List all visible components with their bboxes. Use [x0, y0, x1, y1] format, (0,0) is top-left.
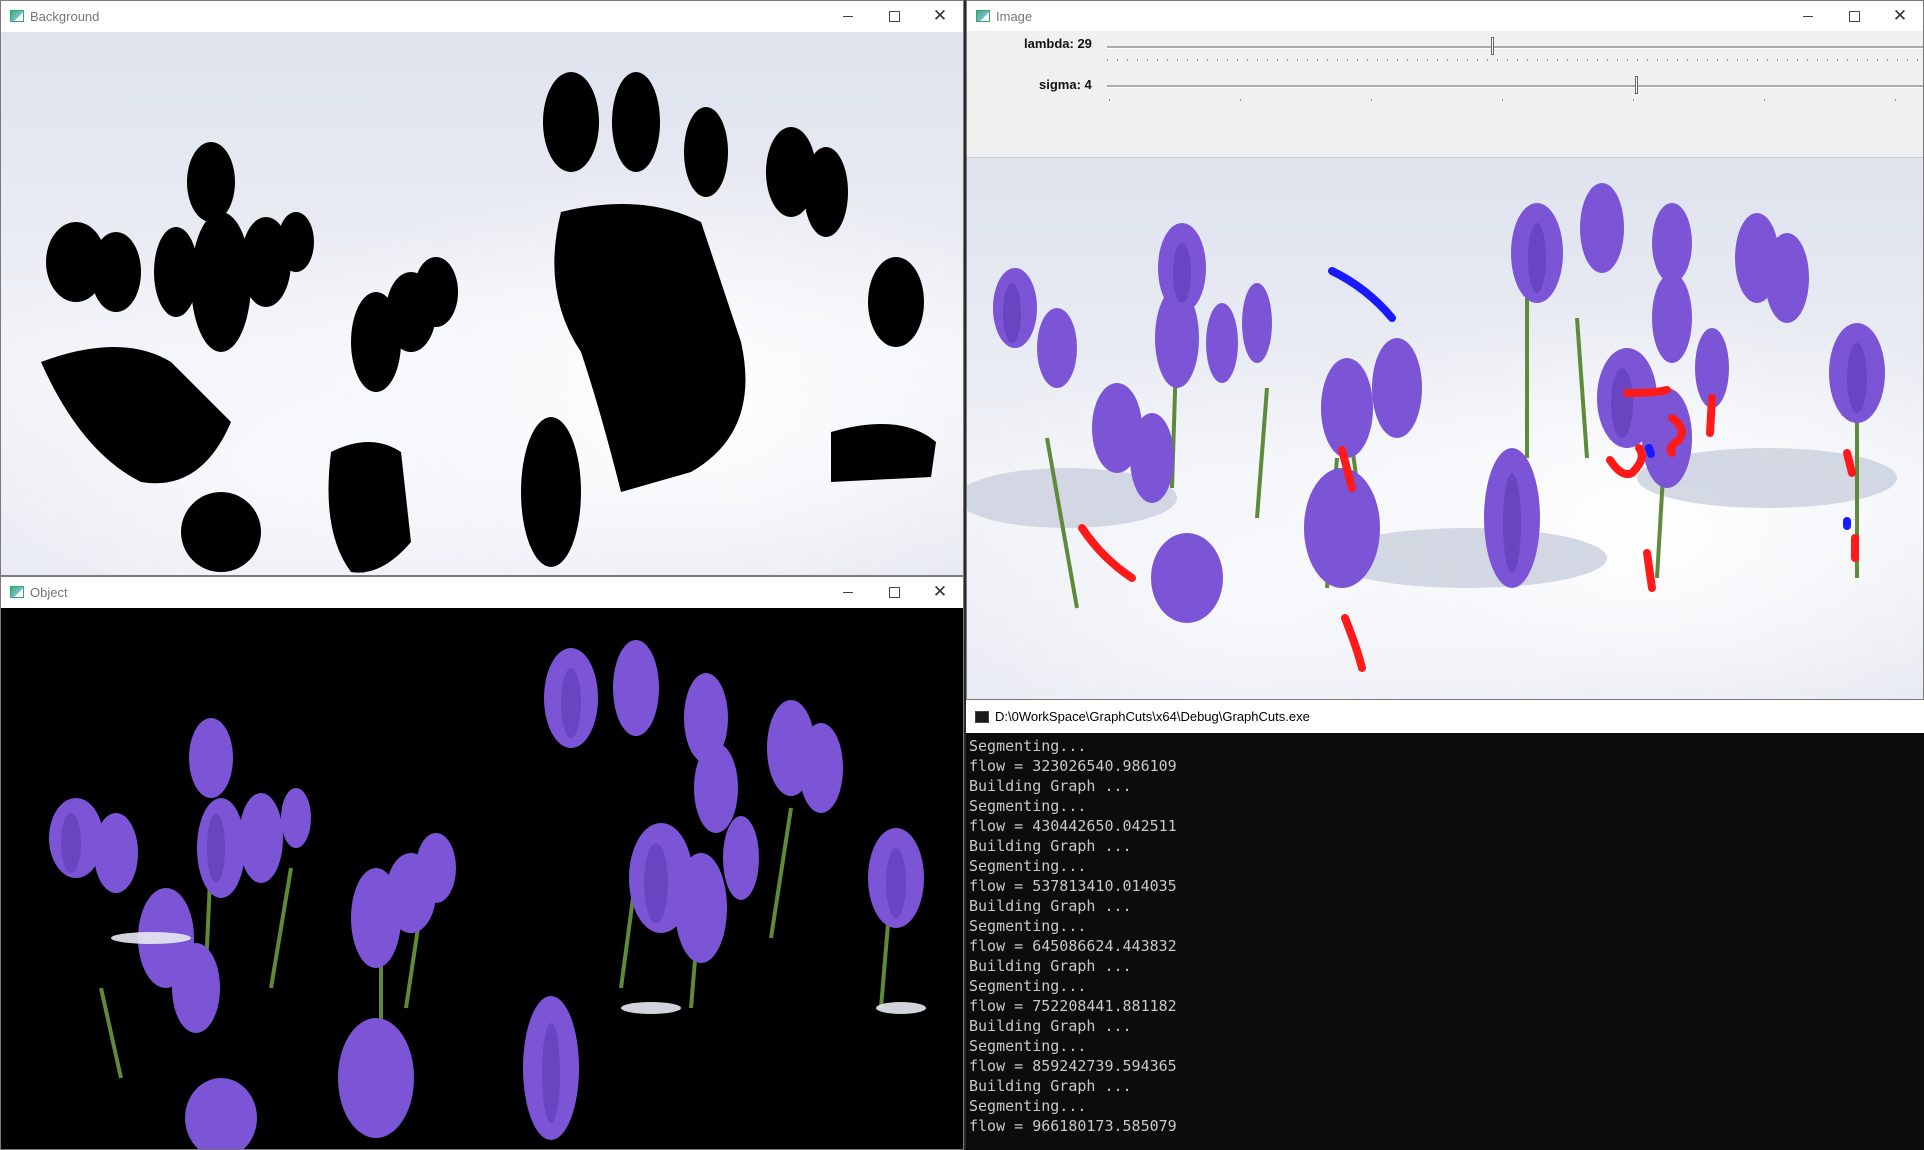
background-window: Background ✕ — [0, 0, 964, 576]
console-line: Segmenting... — [969, 857, 1087, 875]
console-line: Building Graph ... — [969, 1017, 1132, 1035]
input-image-with-strokes — [967, 183, 1897, 672]
minimize-icon[interactable] — [825, 577, 871, 607]
minimize-icon[interactable] — [825, 1, 871, 31]
console-output[interactable]: Segmenting... flow = 323026540.986109 Buil… — [969, 736, 1924, 1150]
object-titlebar[interactable]: Object ✕ — [1, 577, 963, 607]
console-line: flow = 645086624.443832 — [969, 937, 1177, 955]
console-line: Building Graph ... — [969, 1077, 1132, 1095]
object-canvas[interactable] — [1, 608, 963, 1149]
lambda-label: lambda: 29 — [1024, 36, 1092, 51]
console-line: flow = 752208441.881182 — [969, 997, 1177, 1015]
lambda-thumb[interactable] — [1491, 37, 1494, 55]
console-line: Building Graph ... — [969, 957, 1132, 975]
maximize-icon[interactable] — [1831, 1, 1877, 31]
lambda-ticks — [1107, 59, 1923, 61]
console-line: Segmenting... — [969, 737, 1087, 755]
image-titlebar[interactable]: Image ✕ — [967, 1, 1923, 31]
object-segmented-image — [49, 640, 926, 1149]
console-line: Segmenting... — [969, 1037, 1087, 1055]
lambda-trackbar[interactable] — [1107, 46, 1923, 49]
minimize-icon[interactable] — [1785, 1, 1831, 31]
image-window-title: Image — [996, 8, 1033, 24]
console-line: Segmenting... — [969, 1097, 1087, 1115]
console-line: flow = 430442650.042511 — [969, 817, 1177, 835]
sigma-label: sigma: 4 — [1039, 77, 1092, 92]
console-line: Segmenting... — [969, 977, 1087, 995]
window-icon — [976, 10, 990, 22]
image-canvas[interactable] — [967, 158, 1923, 699]
console-line: Building Graph ... — [969, 837, 1132, 855]
window-icon — [10, 586, 24, 598]
maximize-icon[interactable] — [871, 577, 917, 607]
console-line: Segmenting... — [969, 797, 1087, 815]
background-window-title: Background — [30, 8, 100, 24]
console-titlebar[interactable]: D:\0WorkSpace\GraphCuts\x64\Debug\GraphC… — [966, 700, 1924, 733]
close-icon[interactable]: ✕ — [1877, 1, 1923, 31]
console-line: Segmenting... — [969, 917, 1087, 935]
background-mask-image — [41, 72, 936, 573]
object-window-title: Object — [30, 584, 68, 600]
background-canvas[interactable] — [1, 32, 963, 575]
console-icon — [975, 710, 989, 723]
console-line: Building Graph ... — [969, 777, 1132, 795]
sigma-ticks — [1109, 99, 1923, 101]
console-line: flow = 966180173.585079 — [969, 1117, 1177, 1135]
console-window: D:\0WorkSpace\GraphCuts\x64\Debug\GraphC… — [966, 700, 1924, 1150]
image-window: Image ✕ lambda: 29 sigma: 4 — [966, 0, 1924, 700]
console-line: Building Graph ... — [969, 897, 1132, 915]
close-icon[interactable]: ✕ — [917, 577, 963, 607]
console-line: flow = 323026540.986109 — [969, 757, 1177, 775]
maximize-icon[interactable] — [871, 1, 917, 31]
sigma-thumb[interactable] — [1635, 76, 1638, 94]
background-titlebar[interactable]: Background ✕ — [1, 1, 963, 31]
sigma-trackbar[interactable] — [1107, 85, 1923, 88]
console-line: flow = 859242739.594365 — [969, 1057, 1177, 1075]
trackbar-panel: lambda: 29 sigma: 4 — [967, 31, 1923, 158]
close-icon[interactable]: ✕ — [917, 1, 963, 31]
object-window: Object ✕ — [0, 576, 964, 1150]
console-line: flow = 537813410.014035 — [969, 877, 1177, 895]
console-window-title: D:\0WorkSpace\GraphCuts\x64\Debug\GraphC… — [995, 709, 1310, 724]
window-icon — [10, 10, 24, 22]
